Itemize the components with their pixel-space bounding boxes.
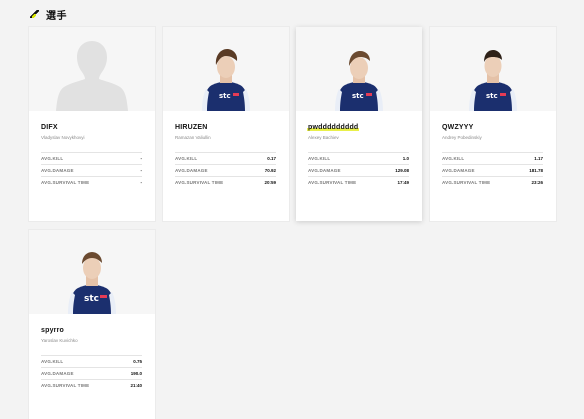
stat-value: 23:26: [531, 180, 543, 185]
player-nickname: pwddddddddd: [307, 124, 360, 131]
svg-text:stc: stc: [486, 92, 498, 100]
stat-label: AVG.DAMAGE: [41, 371, 74, 376]
stat-value: 190.0: [130, 371, 142, 376]
stat-label: AVG.KILL: [175, 156, 198, 161]
stat-row-survival: AVG.SURVIVAL TIME 17:49: [308, 176, 409, 188]
stat-row-survival: AVG.SURVIVAL TIME 20:59: [175, 176, 276, 188]
stat-value: -: [140, 168, 143, 173]
player-stats: AVG.KILL 1.0 AVG.DAMAGE 129.08 AVG.SURVIVA…: [308, 152, 409, 188]
player-card[interactable]: DIFX Vladyslav Novykhovyi AVG.KILL - AVG.…: [29, 27, 155, 221]
stat-value: 0.75: [133, 359, 142, 364]
stat-label: AVG.KILL: [442, 156, 465, 161]
player-realname: Ramazan Valiullin: [175, 135, 211, 140]
stat-label: AVG.SURVIVAL TIME: [442, 180, 491, 185]
section-header: 選手: [30, 7, 67, 22]
stat-row-survival: AVG.SURVIVAL TIME -: [41, 176, 142, 188]
player-silhouette-placeholder: [29, 27, 155, 111]
player-realname: Vladyslav Novykhovyi: [41, 135, 85, 140]
player-realname: Andrey Pobedinskiy: [442, 135, 482, 140]
stat-row-survival: AVG.SURVIVAL TIME 21:40: [41, 379, 142, 391]
stat-value: 17:49: [397, 180, 409, 185]
player-card[interactable]: stc pwddddddddd Alexey Bachiev AVG.KILL 1…: [296, 27, 422, 221]
stat-label: AVG.DAMAGE: [41, 168, 74, 173]
slash-logo-icon: [30, 10, 39, 18]
stat-value: -: [140, 156, 143, 161]
stat-row-survival: AVG.SURVIVAL TIME 23:26: [442, 176, 543, 188]
player-card[interactable]: stc QWZYYY Andrey Pobedinskiy AVG.KILL 1.…: [430, 27, 556, 221]
stat-row-kill: AVG.KILL 0.75: [41, 355, 142, 367]
stat-value: 129.08: [395, 168, 409, 173]
stat-row-kill: AVG.KILL 1.17: [442, 152, 543, 164]
player-card[interactable]: stc HIRUZEN Ramazan Valiullin AVG.KILL 0.…: [163, 27, 289, 221]
stat-label: AVG.KILL: [41, 359, 64, 364]
player-photo: stc: [430, 27, 556, 111]
svg-text:stc: stc: [352, 92, 364, 100]
player-nickname: DIFX: [41, 124, 58, 131]
stat-value: 20:59: [264, 180, 276, 185]
stat-label: AVG.SURVIVAL TIME: [175, 180, 224, 185]
stat-value: 1.17: [534, 156, 543, 161]
stat-row-damage: AVG.DAMAGE 129.08: [308, 164, 409, 176]
svg-text:stc: stc: [219, 92, 231, 100]
stat-row-kill: AVG.KILL -: [41, 152, 142, 164]
player-stats: AVG.KILL 0.17 AVG.DAMAGE 70.92 AVG.SURVIVA…: [175, 152, 276, 188]
player-photo: stc: [29, 230, 155, 314]
stat-label: AVG.SURVIVAL TIME: [41, 383, 90, 388]
stat-label: AVG.SURVIVAL TIME: [308, 180, 357, 185]
stat-row-kill: AVG.KILL 0.17: [175, 152, 276, 164]
stat-label: AVG.DAMAGE: [175, 168, 208, 173]
player-photo: stc: [296, 27, 422, 111]
player-realname: Alexey Bachiev: [308, 135, 339, 140]
player-card[interactable]: stc spyrro Yaroslav Kuvichko AVG.KILL 0.7…: [29, 230, 155, 419]
stat-value: 1.0: [402, 156, 409, 161]
stat-label: AVG.DAMAGE: [308, 168, 341, 173]
stat-value: 70.92: [264, 168, 276, 173]
player-photo: stc: [163, 27, 289, 111]
stat-value: 21:40: [130, 383, 142, 388]
stat-value: 0.17: [267, 156, 276, 161]
stat-row-kill: AVG.KILL 1.0: [308, 152, 409, 164]
stat-label: AVG.SURVIVAL TIME: [41, 180, 90, 185]
stat-row-damage: AVG.DAMAGE 70.92: [175, 164, 276, 176]
stat-row-damage: AVG.DAMAGE -: [41, 164, 142, 176]
player-nickname: spyrro: [41, 327, 64, 334]
stat-label: AVG.KILL: [41, 156, 64, 161]
stat-row-damage: AVG.DAMAGE 181.78: [442, 164, 543, 176]
player-stats: AVG.KILL 1.17 AVG.DAMAGE 181.78 AVG.SURVIV…: [442, 152, 543, 188]
svg-text:stc: stc: [84, 294, 99, 304]
stat-value: 181.78: [529, 168, 543, 173]
stat-row-damage: AVG.DAMAGE 190.0: [41, 367, 142, 379]
stat-label: AVG.DAMAGE: [442, 168, 475, 173]
player-stats: AVG.KILL 0.75 AVG.DAMAGE 190.0 AVG.SURVIVA…: [41, 355, 142, 391]
stat-value: -: [140, 180, 143, 185]
player-stats: AVG.KILL - AVG.DAMAGE - AVG.SURVIVAL TIME -: [41, 152, 142, 188]
stat-label: AVG.KILL: [308, 156, 331, 161]
player-nickname: QWZYYY: [442, 124, 474, 131]
player-realname: Yaroslav Kuvichko: [41, 338, 78, 343]
section-title: 選手: [46, 10, 67, 22]
player-nickname: HIRUZEN: [175, 124, 208, 131]
